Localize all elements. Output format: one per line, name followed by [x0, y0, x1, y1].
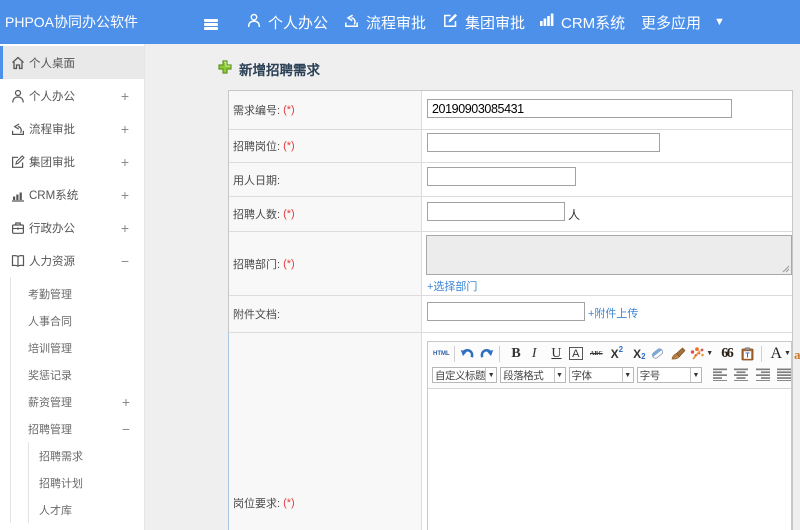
svg-text:T: T	[746, 352, 751, 359]
